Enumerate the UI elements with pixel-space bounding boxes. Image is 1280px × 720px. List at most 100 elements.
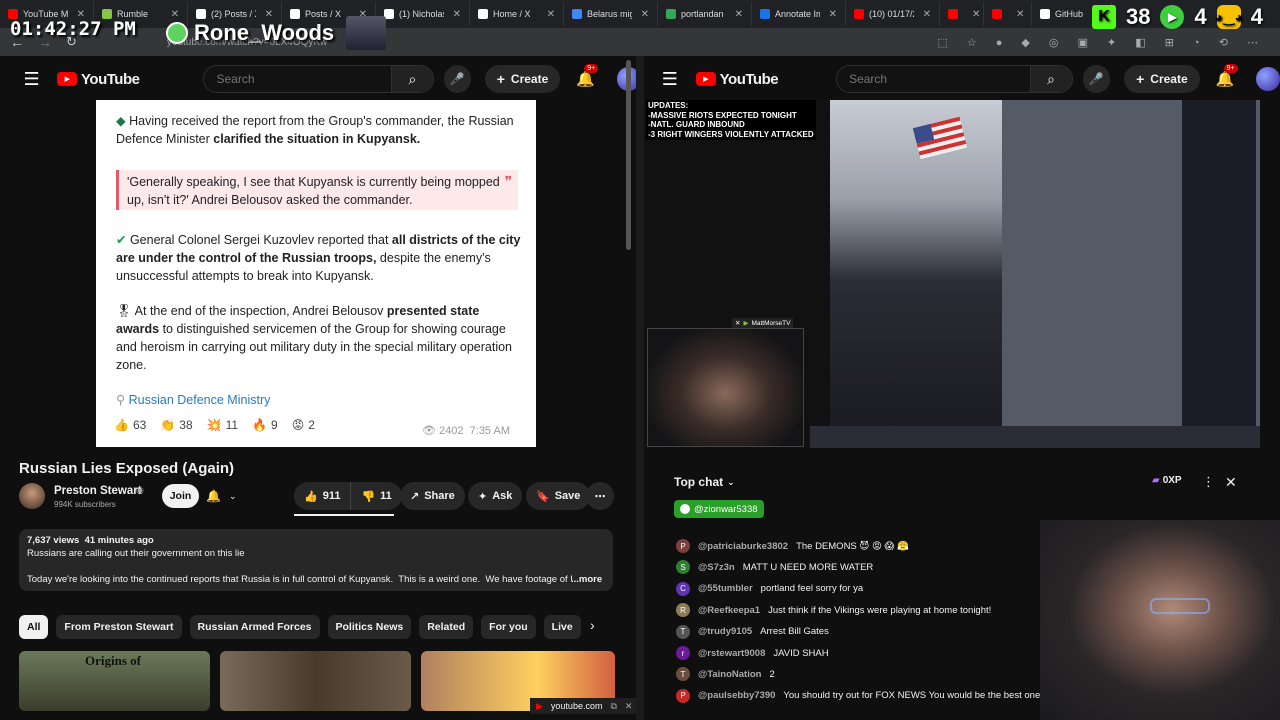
- channel-name[interactable]: Preston Stewart: [54, 485, 142, 497]
- chat-avatar[interactable]: S: [676, 560, 690, 575]
- reaction[interactable]: 💥 11: [207, 416, 238, 434]
- channel-avatar[interactable]: [19, 483, 45, 509]
- chat-avatar[interactable]: T: [676, 667, 690, 682]
- thumbnail-2[interactable]: [220, 651, 411, 711]
- chat-avatar[interactable]: P: [676, 688, 690, 703]
- ask-button[interactable]: ✦ Ask: [468, 482, 523, 510]
- chat-avatar[interactable]: P: [676, 539, 690, 553]
- tab-close-icon[interactable]: ✕: [1016, 9, 1024, 20]
- chat-avatar[interactable]: C: [676, 581, 690, 596]
- search-icon[interactable]: ⌕: [1029, 66, 1072, 92]
- like-button[interactable]: 👍 911: [294, 482, 352, 510]
- more-actions-button[interactable]: ⋯: [586, 482, 614, 510]
- filter-chip[interactable]: Related: [419, 615, 474, 639]
- video-meta: 7,637 views 41 minutes ago: [27, 535, 154, 546]
- chat-username[interactable]: @patriciaburke3802: [698, 541, 788, 552]
- chat-username[interactable]: @rstewart9008: [698, 648, 765, 659]
- chat-menu-icon[interactable]: ⋮: [1202, 474, 1215, 490]
- browser-tab[interactable]: portlandan ✕: [658, 2, 752, 26]
- chat-message[interactable]: P @patriciaburke3802 The DEMONS 😈 😡 😱 😤: [676, 539, 909, 553]
- close-icon[interactable]: ✕: [625, 701, 633, 712]
- browser-tab[interactable]: (1✕: [984, 2, 1032, 26]
- menu-icon[interactable]: ☰: [20, 69, 43, 90]
- chat-username[interactable]: @55tumbler: [698, 583, 753, 594]
- share-button[interactable]: ↗ Share: [400, 482, 465, 510]
- channel-link[interactable]: Russian Defence Ministry: [129, 393, 271, 407]
- search-icon[interactable]: ⌕: [390, 66, 433, 92]
- chat-message[interactable]: r @rstewart9008 JAVID SHAH: [676, 646, 829, 660]
- filter-chip[interactable]: Politics News: [327, 615, 412, 639]
- overlay-badge-icon: [166, 22, 188, 44]
- chat-avatar[interactable]: r: [676, 646, 690, 660]
- tab-close-icon[interactable]: ✕: [829, 9, 837, 20]
- create-button[interactable]: + Create: [484, 65, 561, 93]
- filter-chip[interactable]: From Preston Stewart: [56, 615, 182, 639]
- filter-chip[interactable]: For you: [481, 615, 536, 639]
- tab-close-icon[interactable]: ✕: [453, 9, 461, 20]
- pinned-user-chip[interactable]: @zionwar5338: [674, 500, 764, 518]
- xp-badge[interactable]: ▰ 0XP: [1152, 475, 1182, 486]
- chat-message[interactable]: C @55tumbler portland feel sorry for ya: [676, 581, 863, 596]
- tab-close-icon[interactable]: ✕: [735, 9, 743, 20]
- filter-chip[interactable]: Russian Armed Forces: [189, 615, 320, 639]
- mic-icon[interactable]: 🎤: [1082, 65, 1111, 93]
- reaction[interactable]: 😡 2: [292, 416, 315, 434]
- create-button[interactable]: + Create: [1124, 65, 1200, 93]
- chat-username[interactable]: @Reefkeepa1: [698, 605, 760, 616]
- dislike-button[interactable]: 👎 11: [351, 482, 402, 510]
- thumbs-up-icon: 👍: [304, 490, 318, 503]
- chat-username[interactable]: @paulsebby7390: [698, 690, 775, 701]
- reaction[interactable]: 👍 63: [114, 416, 146, 434]
- youtube-logo[interactable]: ▶ YouTube: [57, 71, 140, 88]
- more-link[interactable]: ...more: [571, 574, 602, 585]
- browser-tab[interactable]: Annotate Im ✕: [752, 2, 846, 26]
- browser-tab[interactable]: ✕: [940, 2, 984, 26]
- chat-message[interactable]: P @paulsebby7390 You should try out for FO…: [676, 688, 1040, 703]
- extensions-icons[interactable]: ⬚ ☆ ● ◆ ◎ ▣ ✦ ◧ ⊞ ◔ ⟲ ⋯: [937, 36, 1266, 49]
- browser-tab[interactable]: (10) 01/17/2 ✕: [846, 2, 940, 26]
- filter-chip[interactable]: Live: [543, 615, 581, 639]
- tab-close-icon[interactable]: ✕: [641, 9, 649, 20]
- chat-message[interactable]: S @S7z3n MATT U NEED MORE WATER: [676, 560, 873, 575]
- search-input[interactable]: [204, 66, 391, 92]
- tab-close-icon[interactable]: ✕: [547, 9, 555, 20]
- chat-close-icon[interactable]: ✕: [1225, 474, 1237, 491]
- chat-message[interactable]: R @Reefkeepa1 Just think if the Vikings we…: [676, 603, 991, 618]
- chat-username[interactable]: @S7z3n: [698, 562, 735, 573]
- filter-chip[interactable]: All: [19, 615, 49, 639]
- left-scrollbar[interactable]: [626, 60, 631, 250]
- subscribed-bell-button[interactable]: 🔔 ⌄: [206, 484, 237, 508]
- account-avatar[interactable]: [1256, 67, 1280, 91]
- notifications-icon[interactable]: 🔔 9+: [576, 64, 599, 88]
- notifications-icon[interactable]: 🔔 9+: [1216, 64, 1238, 88]
- chat-username[interactable]: @trudy9105: [698, 626, 752, 637]
- chat-text: 2: [769, 668, 775, 680]
- post-paragraph-2: ✔ General Colonel Sergei Kuzovlev report…: [116, 231, 524, 285]
- chat-username[interactable]: @TainoNation: [698, 669, 761, 680]
- browser-tab[interactable]: Home / X ✕: [470, 2, 564, 26]
- menu-icon[interactable]: ☰: [658, 69, 682, 90]
- emoji-count: 4: [1250, 4, 1263, 29]
- create-label: Create: [1150, 72, 1188, 86]
- save-button[interactable]: 🔖 Save: [526, 482, 591, 510]
- chat-message[interactable]: T @trudy9105 Arrest Bill Gates: [676, 624, 829, 639]
- chat-avatar[interactable]: R: [676, 603, 690, 618]
- post-channel[interactable]: ⚲ Russian Defence Ministry: [116, 391, 524, 409]
- reaction[interactable]: 🔥 9: [252, 416, 278, 434]
- tab-close-icon[interactable]: ✕: [972, 9, 980, 20]
- tab-close-icon[interactable]: ✕: [923, 9, 931, 20]
- desc-line-2: Today we're looking into the continued r…: [27, 574, 573, 585]
- browser-tab[interactable]: Belarus mig ✕: [564, 2, 658, 26]
- browser-tab[interactable]: (1) Nicholas ✕: [376, 2, 470, 26]
- chevron-right-icon[interactable]: ›: [590, 617, 595, 633]
- thumbnail-1[interactable]: Origins of: [19, 651, 210, 711]
- chat-avatar[interactable]: T: [676, 624, 690, 639]
- pip-icon[interactable]: ⧉: [610, 701, 616, 712]
- chat-title[interactable]: Top chat ⌄: [674, 475, 735, 489]
- mic-icon[interactable]: 🎤: [443, 65, 471, 93]
- search-input[interactable]: [837, 66, 1030, 92]
- join-button[interactable]: Join: [162, 484, 199, 508]
- youtube-logo[interactable]: ▶ YouTube: [695, 71, 779, 88]
- chat-message[interactable]: T @TainoNation 2: [676, 667, 775, 682]
- reaction[interactable]: 👏 38: [160, 416, 192, 434]
